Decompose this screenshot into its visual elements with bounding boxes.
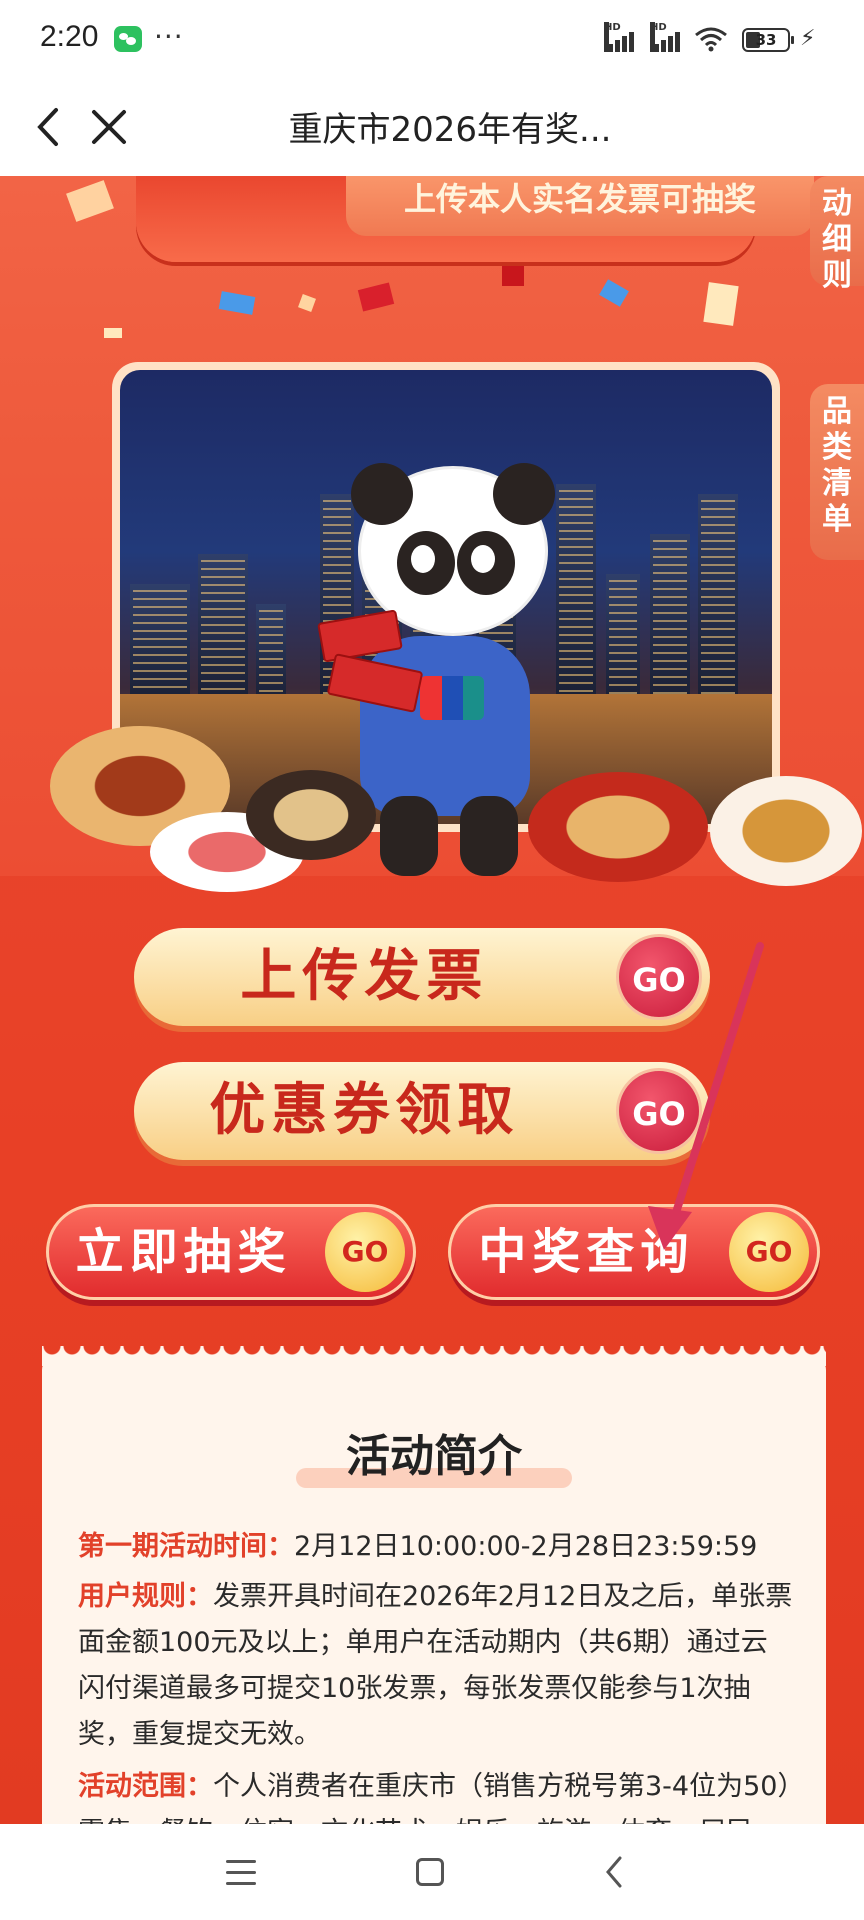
period-label: 第一期活动时间： [78, 1531, 294, 1562]
battery-icon: 33 [742, 28, 794, 52]
status-bar: 2:20 ··· HD HD 33 ⚡ [0, 0, 864, 80]
signal-icon: HD [604, 22, 642, 52]
signal-icon-2: HD [650, 22, 688, 52]
status-time: 2:20 [40, 20, 99, 53]
page-title: 重庆市2026年有奖... [288, 110, 612, 150]
battery-level: 33 [755, 31, 777, 49]
back-icon[interactable] [30, 102, 70, 152]
menu-icon[interactable] [226, 1860, 256, 1886]
activity-page: 上传本人实名发票可抽奖 动细则 品类清单 上传发票 GO 优惠券领取 GO 立即… [0, 176, 864, 1824]
activity-intro-card: 活动简介 第一期活动时间：2月12日10:00:00-2月28日23:59:59… [42, 1346, 826, 1824]
system-nav-bar [0, 1824, 864, 1920]
period-line: 第一期活动时间：2月12日10:00:00-2月28日23:59:59 [78, 1524, 794, 1570]
pointer-arrow [648, 942, 764, 1250]
rules-line: 用户规则：发票开具时间在2026年2月12日及之后，单张票面金额100元及以上；… [78, 1574, 794, 1758]
wifi-icon [695, 27, 727, 52]
charging-icon: ⚡ [800, 26, 816, 51]
close-icon[interactable] [86, 102, 132, 152]
scope-label: 活动范围： [78, 1771, 213, 1802]
rules-label: 用户规则： [78, 1581, 213, 1612]
more-notifications-icon: ··· [154, 20, 184, 53]
system-back-icon[interactable] [604, 1854, 624, 1890]
wechat-icon [114, 26, 142, 52]
navigation-bar: 重庆市2026年有奖... [0, 80, 864, 176]
intro-title: 活动简介 [346, 1431, 522, 1482]
home-icon[interactable] [416, 1858, 444, 1886]
scope-line: 活动范围：个人消费者在重庆市（销售方税号第3-4位为50）零售、餐饮、住宿、文化… [78, 1764, 794, 1824]
period-value: 2月12日10:00:00-2月28日23:59:59 [294, 1531, 758, 1562]
